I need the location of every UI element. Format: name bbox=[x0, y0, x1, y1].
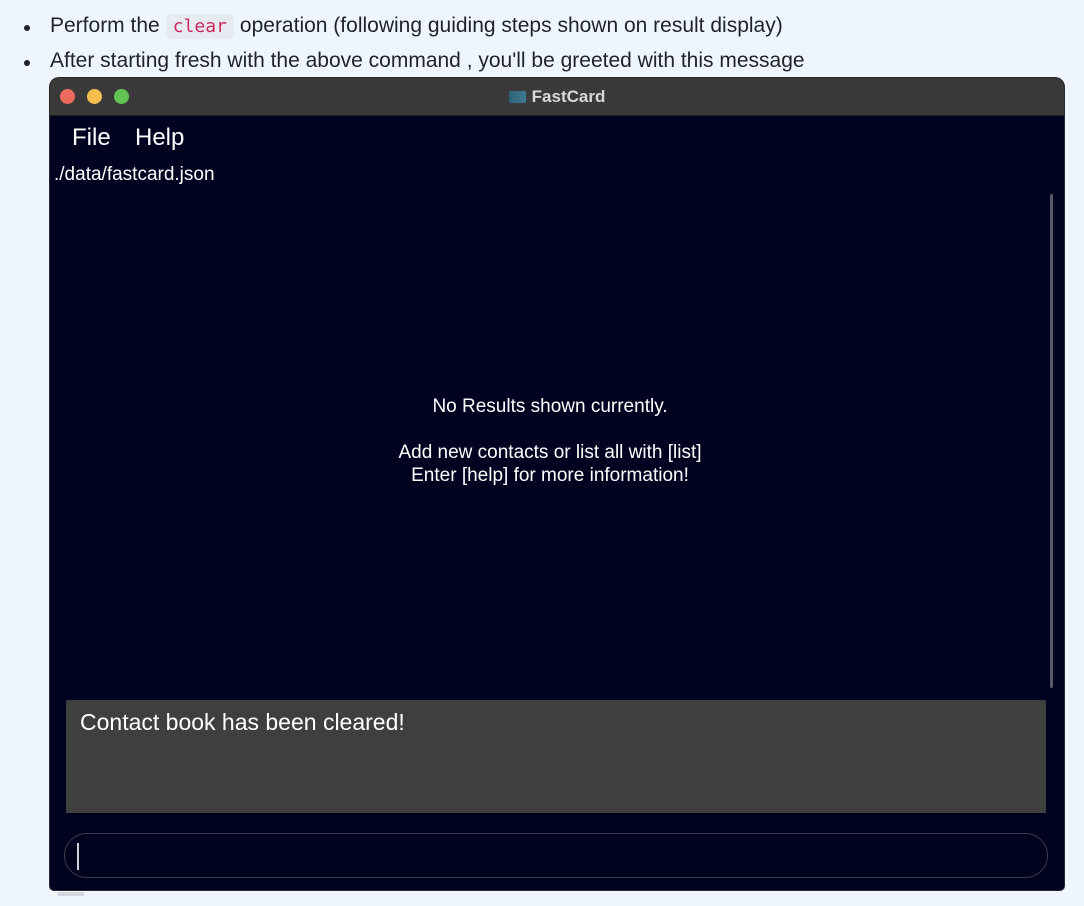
text-caret bbox=[77, 843, 79, 870]
app-window: FastCard File Help ./data/fastcard.json … bbox=[50, 78, 1064, 890]
menu-file[interactable]: File bbox=[72, 124, 111, 152]
window-title-group: FastCard bbox=[50, 78, 1064, 115]
instruction-text: Perform the bbox=[50, 14, 160, 37]
empty-list-help-hint: Enter [help] for more information! bbox=[411, 465, 689, 486]
command-input[interactable] bbox=[64, 833, 1048, 878]
empty-list-hint: Add new contacts or list all with [list] bbox=[398, 442, 702, 463]
list-scrollbar[interactable] bbox=[1050, 194, 1053, 688]
instruction-text: operation (following guiding steps shown… bbox=[239, 14, 783, 37]
instruction-list: Perform the clear operation (following gui… bbox=[0, 10, 805, 80]
result-message: Contact book has been cleared! bbox=[80, 709, 405, 735]
result-display: Contact book has been cleared! bbox=[66, 700, 1046, 813]
empty-list-message: No Results shown currently. bbox=[432, 396, 668, 417]
fastcard-app-icon bbox=[508, 90, 526, 103]
data-file-path: ./data/fastcard.json bbox=[54, 164, 215, 185]
window-titlebar[interactable]: FastCard bbox=[50, 78, 1064, 116]
cropped-text-fragment bbox=[58, 892, 84, 896]
instruction-item: Perform the clear operation (following gui… bbox=[0, 10, 805, 45]
inline-code-clear: clear bbox=[165, 14, 234, 39]
instruction-item: After starting fresh with the above comm… bbox=[0, 45, 805, 80]
document-page: Perform the clear operation (following gui… bbox=[0, 0, 1084, 906]
instruction-text: After starting fresh with the above comm… bbox=[50, 49, 805, 72]
window-title: FastCard bbox=[531, 86, 606, 106]
menu-help[interactable]: Help bbox=[135, 124, 184, 152]
menu-bar: File Help bbox=[50, 116, 1064, 162]
